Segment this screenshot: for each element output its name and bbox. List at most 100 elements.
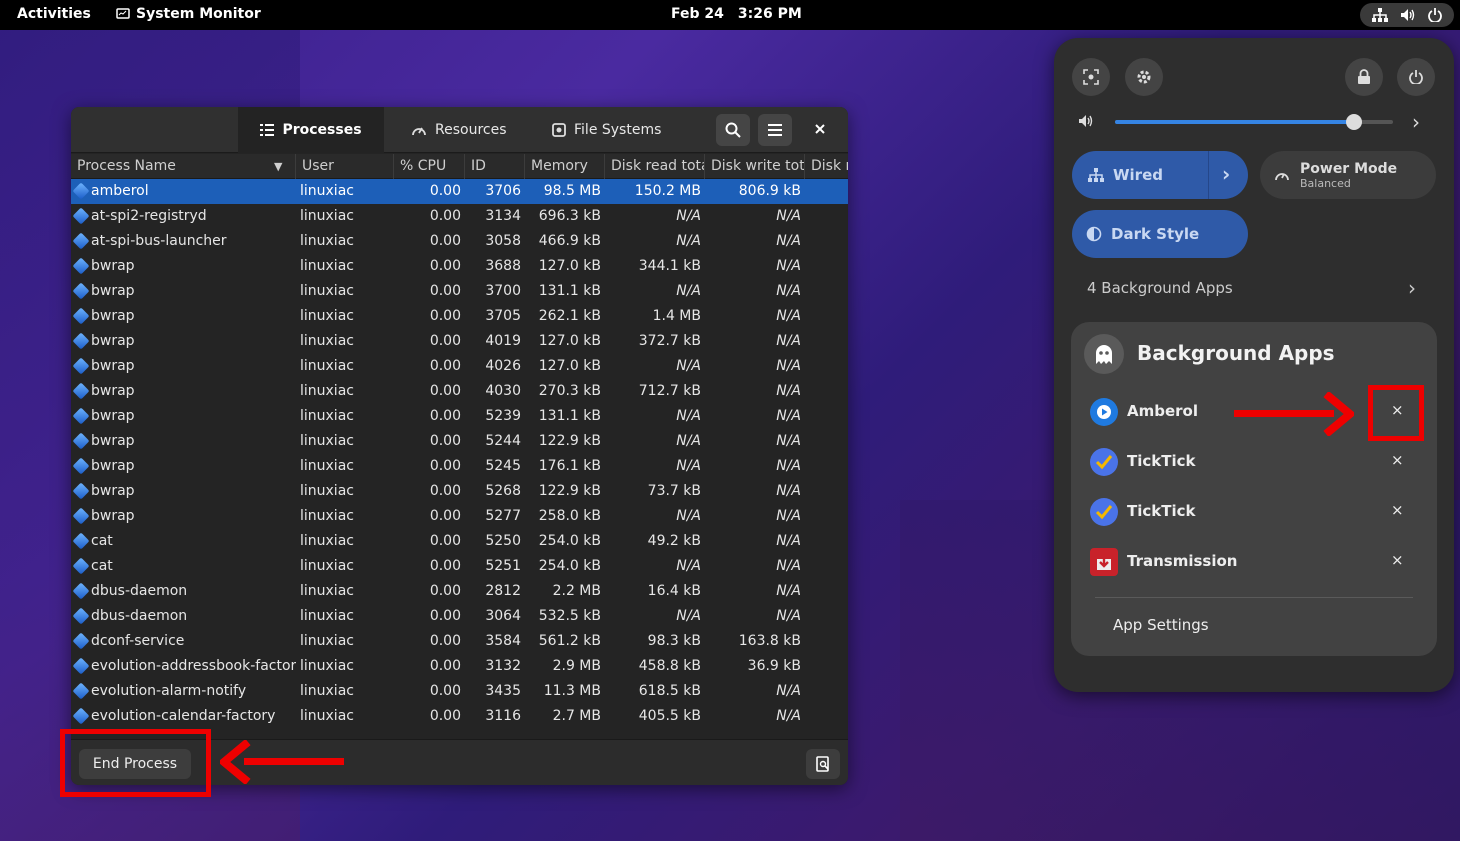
tab-file-systems[interactable]: File Systems [552,107,661,153]
process-user: linuxiac [300,608,354,624]
table-row[interactable]: dbus-daemon linuxiac 0.00 2812 2.2 MB 16.4 kB… [71,579,848,604]
wired-toggle[interactable]: Wired › [1072,151,1248,199]
table-row[interactable]: bwrap linuxiac 0.00 4030 270.3 kB 712.7 kB N/A [71,379,848,404]
table-row[interactable]: bwrap linuxiac 0.00 5244 122.9 kB N/A N/A [71,429,848,454]
close-window-button[interactable] [815,119,825,138]
table-row[interactable]: bwrap linuxiac 0.00 5239 131.1 kB N/A N/A [71,404,848,429]
sort-down-icon: ▼ [274,160,283,173]
process-user: linuxiac [300,408,354,424]
menu-button[interactable] [758,114,792,146]
power-off-button[interactable] [1397,58,1435,96]
process-list[interactable]: amberol linuxiac 0.00 3706 98.5 MB 150.2 MB 80… [71,179,848,739]
table-row[interactable]: evolution-alarm-notify linuxiac 0.00 3435 11… [71,679,848,704]
table-row[interactable]: bwrap linuxiac 0.00 4019 127.0 kB 372.7 kB N/A [71,329,848,354]
system-tray[interactable] [1360,3,1454,27]
screenshot-button[interactable] [1072,58,1110,96]
process-memory: 696.3 kB [538,208,601,224]
column-disk-write[interactable]: Disk write tot [705,154,805,179]
process-icon [72,382,90,400]
column-disk-read-rate[interactable]: Disk r [805,154,848,179]
properties-button[interactable] [806,749,840,779]
process-user: linuxiac [300,183,354,199]
process-user: linuxiac [300,333,354,349]
close-app-button[interactable]: × [1391,501,1404,519]
tab-label: File Systems [574,122,662,138]
process-icon [72,507,90,525]
table-row[interactable]: bwrap linuxiac 0.00 5245 176.1 kB N/A N/A [71,454,848,479]
app-settings-button[interactable]: App Settings [1113,616,1209,634]
volume-slider-handle[interactable] [1346,114,1363,130]
column-user[interactable]: User [296,154,394,179]
process-disk-read: 1.4 MB [652,308,701,324]
chevron-right-icon[interactable]: › [1412,110,1420,134]
process-disk-write: 163.8 kB [738,633,801,649]
table-row[interactable]: evolution-addressbook-factory linuxiac 0.0… [71,654,848,679]
activities-button[interactable]: Activities [17,6,91,22]
list-icon [260,124,275,136]
tab-processes[interactable]: Processes [238,107,384,153]
search-button[interactable] [716,114,750,146]
background-app-ticktick: TickTick × [1071,442,1437,482]
annotation-box-end-process [60,729,211,797]
dark-style-toggle[interactable]: Dark Style [1072,210,1248,258]
clock[interactable]: Feb 24 3:26 PM [671,6,802,22]
lock-button[interactable] [1345,58,1383,96]
process-name: bwrap [91,433,135,449]
background-apps-summary[interactable]: 4 Background Apps [1087,279,1233,297]
chevron-right-icon[interactable]: › [1408,276,1416,300]
process-memory: 270.3 kB [538,383,601,399]
table-row[interactable]: cat linuxiac 0.00 5250 254.0 kB 49.2 kB N/A [71,529,848,554]
column-memory[interactable]: Memory [525,154,605,179]
table-row[interactable]: cat linuxiac 0.00 5251 254.0 kB N/A N/A [71,554,848,579]
column-process-name[interactable]: Process Name ▼ [71,154,296,179]
column-id[interactable]: ID [465,154,525,179]
process-user: linuxiac [300,533,354,549]
process-memory: 122.9 kB [538,433,601,449]
power-mode-toggle[interactable]: Power Mode Balanced [1260,151,1436,199]
settings-button[interactable] [1125,58,1163,96]
table-row[interactable]: amberol linuxiac 0.00 3706 98.5 MB 150.2 MB 80… [71,179,848,204]
chevron-right-icon[interactable]: › [1222,162,1230,186]
power-mode-label: Power Mode [1300,160,1398,177]
process-memory: 2.7 MB [552,708,601,724]
table-row[interactable]: bwrap linuxiac 0.00 3700 131.1 kB N/A N/A [71,279,848,304]
power-icon [1409,70,1423,84]
process-user: linuxiac [300,708,354,724]
app-name: System Monitor [136,6,261,22]
table-row[interactable]: bwrap linuxiac 0.00 3705 262.1 kB 1.4 MB N/A [71,304,848,329]
process-name: dbus-daemon [91,583,188,599]
process-memory: 2.2 MB [552,583,601,599]
table-row[interactable]: at-spi2-registryd linuxiac 0.00 3134 696.3 k… [71,204,848,229]
process-name: at-spi-bus-launcher [91,233,227,249]
process-icon [72,682,90,700]
column-cpu[interactable]: % CPU [394,154,465,179]
app-name: TickTick [1127,502,1196,520]
column-disk-read[interactable]: Disk read tota [605,154,705,179]
table-row[interactable]: at-spi-bus-launcher linuxiac 0.00 3058 466.9… [71,229,848,254]
process-memory: 127.0 kB [538,333,601,349]
process-id: 5268 [485,483,521,499]
table-row[interactable]: bwrap linuxiac 0.00 5277 258.0 kB N/A N/A [71,504,848,529]
close-app-button[interactable]: × [1391,551,1404,569]
process-name: bwrap [91,383,135,399]
table-row[interactable]: evolution-calendar-factory linuxiac 0.00 31… [71,704,848,729]
process-id: 3706 [485,183,521,199]
process-id: 3700 [485,283,521,299]
table-row[interactable]: bwrap linuxiac 0.00 4026 127.0 kB N/A N/A [71,354,848,379]
tab-resources[interactable]: Resources [411,107,507,153]
process-name: evolution-addressbook-factory [91,658,296,674]
power-icon [1428,8,1442,22]
table-row[interactable]: bwrap linuxiac 0.00 5268 122.9 kB 73.7 kB N/A [71,479,848,504]
table-row[interactable]: bwrap linuxiac 0.00 3688 127.0 kB 344.1 kB N/A [71,254,848,279]
process-name: at-spi2-registryd [91,208,207,224]
process-name: bwrap [91,408,135,424]
process-memory: 122.9 kB [538,483,601,499]
table-row[interactable]: dconf-service linuxiac 0.00 3584 561.2 kB 98.… [71,629,848,654]
close-app-button[interactable]: × [1391,451,1404,469]
process-memory: 127.0 kB [538,358,601,374]
process-user: linuxiac [300,308,354,324]
speaker-icon [1078,114,1096,132]
process-cpu: 0.00 [429,333,461,349]
table-row[interactable]: dbus-daemon linuxiac 0.00 3064 532.5 kB N/A N/… [71,604,848,629]
app-menu[interactable]: System Monitor [116,6,261,22]
